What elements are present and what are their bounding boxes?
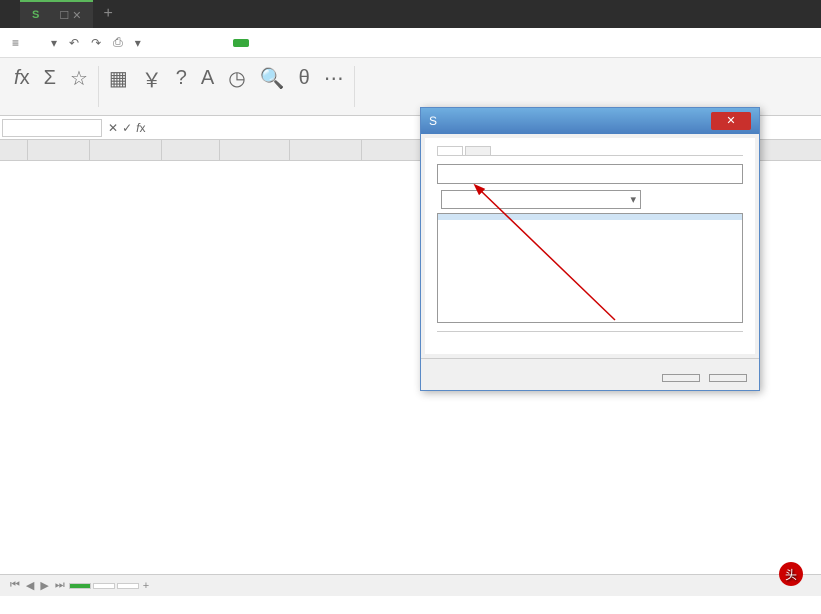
- dialog-tab-all[interactable]: [437, 146, 463, 155]
- tab-layout[interactable]: [213, 39, 229, 47]
- ribbon-fin[interactable]: ￥: [136, 62, 168, 111]
- sheet-nav-prev-icon[interactable]: ◀: [24, 579, 36, 592]
- text-icon: A: [201, 64, 214, 92]
- print-icon[interactable]: ⎙: [109, 35, 127, 50]
- sheet-nav-next-icon[interactable]: ▶: [38, 579, 50, 592]
- file-menu[interactable]: [27, 39, 43, 47]
- math-icon: θ: [299, 64, 310, 92]
- tab-review[interactable]: [273, 39, 289, 47]
- sigma-icon: Σ: [44, 64, 56, 92]
- ribbon-date[interactable]: ◷: [222, 62, 251, 111]
- ribbon-insert-fn[interactable]: fx: [8, 62, 36, 111]
- ribbon-all[interactable]: ▦: [103, 62, 134, 111]
- select-all-corner[interactable]: [0, 140, 28, 160]
- accept-formula-icon[interactable]: ✓: [122, 121, 132, 135]
- ribbon-right-group: [359, 62, 431, 111]
- tab-data[interactable]: [253, 39, 269, 47]
- ribbon-logic[interactable]: ?: [170, 62, 193, 111]
- sheet-icon: S: [429, 114, 437, 128]
- title-bar: S ☐ ✕ +: [0, 0, 821, 28]
- col-header[interactable]: [28, 140, 90, 160]
- sheet-icon: S: [32, 9, 39, 21]
- col-header[interactable]: [162, 140, 220, 160]
- ribbon-text[interactable]: A: [195, 62, 220, 111]
- menu-bar: ≡ ▾ ↶ ↷ ⎙ ▾: [0, 28, 821, 58]
- tab-view[interactable]: [293, 39, 309, 47]
- more-icon: ⋯: [324, 64, 344, 92]
- tab-start[interactable]: [173, 39, 189, 47]
- col-header[interactable]: [290, 140, 362, 160]
- watermark: 头: [779, 562, 809, 586]
- sheet-tab[interactable]: [117, 583, 139, 589]
- tab-close-icon[interactable]: ☐ ✕: [59, 9, 81, 22]
- sheet-tab-bar: ⏮ ◀ ▶ ⏭ +: [0, 574, 821, 596]
- sheet-tab-active[interactable]: [69, 583, 91, 589]
- watermark-icon: 头: [779, 562, 803, 586]
- document-tab[interactable]: S ☐ ✕: [20, 0, 93, 28]
- tab-cloud[interactable]: [353, 39, 369, 47]
- sheet-nav-first-icon[interactable]: ⏮: [8, 579, 22, 592]
- ribbon-math[interactable]: θ: [293, 62, 316, 111]
- cancel-button[interactable]: [709, 374, 747, 382]
- search-icon: 🔍: [260, 64, 285, 92]
- dialog-tab-common[interactable]: [465, 146, 491, 155]
- save-icon[interactable]: ▾: [47, 36, 61, 50]
- grid-icon: ▦: [109, 64, 128, 92]
- undo-icon[interactable]: ↶: [65, 36, 83, 50]
- name-box[interactable]: [2, 119, 102, 137]
- col-header[interactable]: [220, 140, 290, 160]
- tab-dev[interactable]: [333, 39, 349, 47]
- col-header[interactable]: [90, 140, 162, 160]
- cancel-formula-icon[interactable]: ✕: [108, 121, 118, 135]
- dialog-titlebar[interactable]: S ✕: [421, 108, 759, 134]
- fx-icon: fx: [14, 64, 30, 92]
- menu-icon[interactable]: ≡: [8, 36, 23, 50]
- logic-icon: ?: [176, 64, 187, 92]
- ribbon-lookup[interactable]: 🔍: [254, 62, 291, 111]
- ribbon-common[interactable]: ☆: [64, 62, 94, 111]
- insert-function-dialog: S ✕: [420, 107, 760, 391]
- sheet-tab[interactable]: [93, 583, 115, 589]
- search-function-input[interactable]: [437, 164, 743, 184]
- category-select[interactable]: [441, 190, 641, 209]
- tab-formula[interactable]: [233, 39, 249, 47]
- ribbon-autosum[interactable]: Σ: [38, 62, 62, 111]
- new-tab-button[interactable]: +: [93, 5, 122, 23]
- ok-button[interactable]: [662, 374, 700, 382]
- add-sheet-icon[interactable]: +: [141, 580, 151, 592]
- sheet-nav-last-icon[interactable]: ⏭: [53, 579, 67, 592]
- tab-security[interactable]: [313, 39, 329, 47]
- tab-insert[interactable]: [193, 39, 209, 47]
- col-header[interactable]: [362, 140, 422, 160]
- star-icon: ☆: [70, 64, 88, 92]
- clock-icon: ◷: [228, 64, 245, 92]
- list-item[interactable]: [438, 220, 742, 226]
- preview-icon[interactable]: ▾: [131, 36, 145, 50]
- fx-button-icon[interactable]: fx: [136, 121, 145, 135]
- redo-icon[interactable]: ↷: [87, 36, 105, 50]
- dialog-close-button[interactable]: ✕: [711, 112, 751, 130]
- ribbon-other[interactable]: ⋯: [318, 62, 350, 111]
- function-list[interactable]: [437, 213, 743, 323]
- money-icon: ￥: [142, 64, 162, 92]
